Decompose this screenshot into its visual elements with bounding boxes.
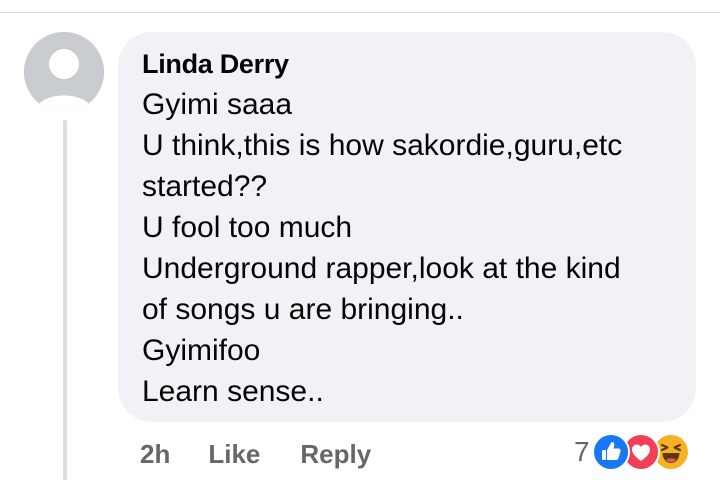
comment-line: Gyimifoo <box>142 334 261 367</box>
reaction-count: 7 <box>574 436 590 467</box>
comment-line: Learn sense.. <box>142 375 324 408</box>
comment-line: Gyimi saaa <box>142 88 293 121</box>
reply-button[interactable]: Reply <box>300 439 371 470</box>
comment-line: U fool too much <box>142 211 353 244</box>
comment-line: U think,this is how sakordie,guru,etc <box>142 129 623 162</box>
like-icon <box>591 433 630 471</box>
comment-line: of songs u are bringing.. <box>142 293 464 326</box>
timestamp-link[interactable]: 2h <box>140 439 170 470</box>
divider <box>0 12 720 13</box>
comment-line: started?? <box>142 170 268 203</box>
avatar[interactable] <box>24 32 104 112</box>
comment-thread: Linda Derry Gyimi saaa U think,this is h… <box>0 0 720 480</box>
comment-line: Underground rapper,look at the kind <box>142 252 621 285</box>
comment-author[interactable]: Linda Derry <box>142 46 672 82</box>
default-profile-icon <box>24 32 104 112</box>
comment-text: Gyimi saaa U think,this is how sakordie,… <box>142 84 672 412</box>
comment-bubble: Linda Derry Gyimi saaa U think,this is h… <box>118 32 696 422</box>
like-button[interactable]: Like <box>208 439 260 470</box>
reactions-summary[interactable]: 7 <box>574 432 690 472</box>
thread-line <box>63 120 67 480</box>
comment-actions: 2h Like Reply <box>140 436 371 472</box>
